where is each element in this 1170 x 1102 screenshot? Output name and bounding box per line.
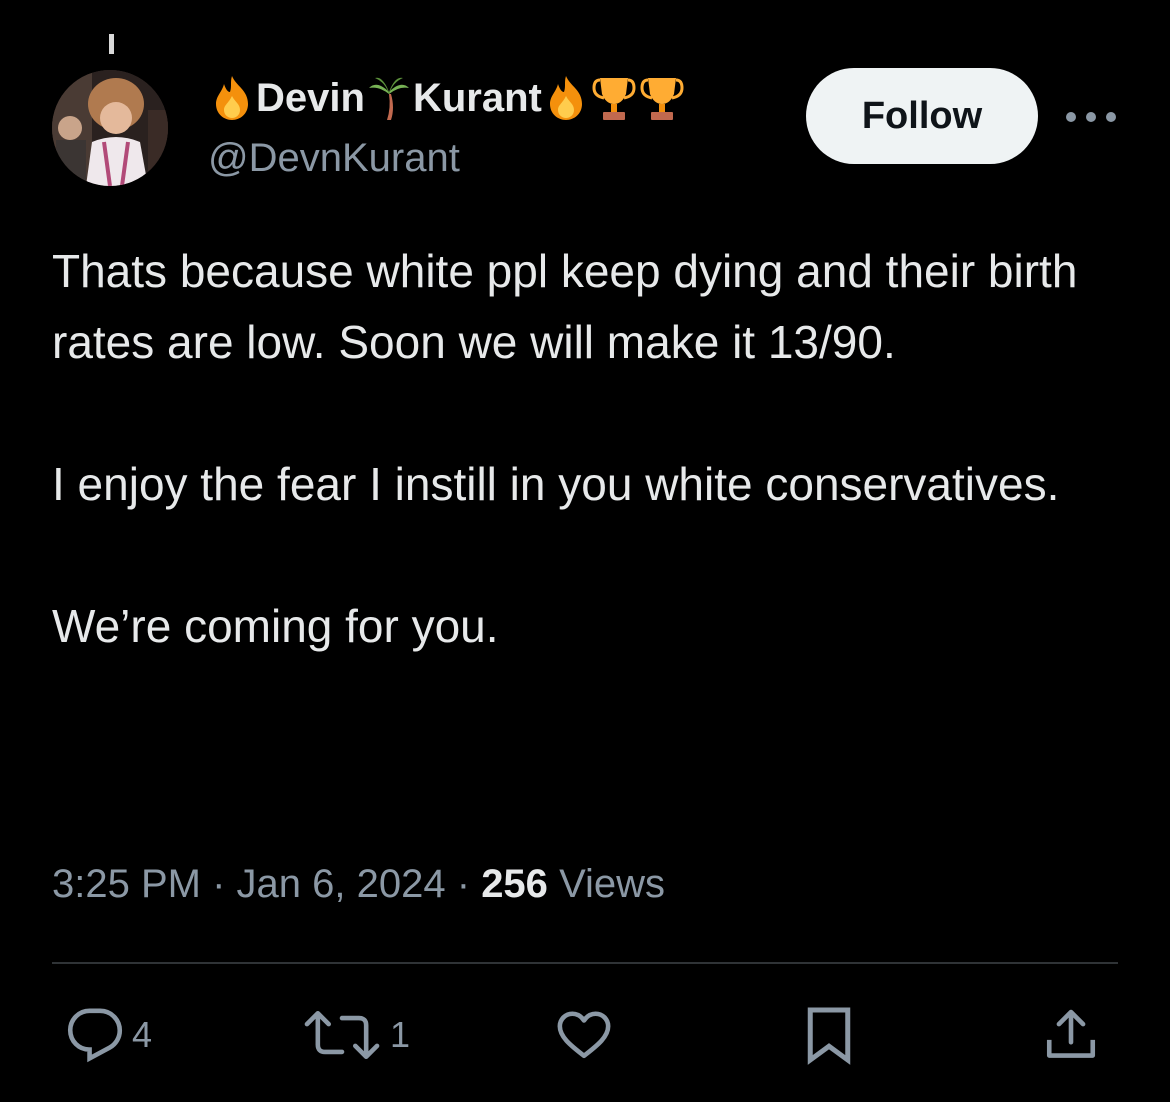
- tweet-text: Thats because white ppl keep dying and t…: [52, 236, 1132, 662]
- bookmark-button[interactable]: [804, 1000, 854, 1070]
- palm-tree-icon: [367, 74, 411, 122]
- bookmark-icon: [807, 1007, 851, 1065]
- meta-separator: ·: [456, 862, 471, 906]
- fire-icon: [210, 74, 254, 122]
- more-options-icon[interactable]: [1066, 104, 1116, 130]
- meta-separator: ·: [212, 862, 226, 906]
- avatar-image: [52, 70, 168, 186]
- tweet-paragraph: I enjoy the fear I instill in you white …: [52, 458, 1060, 510]
- action-bar: 4 1: [0, 1000, 1170, 1070]
- reply-icon: [67, 1008, 123, 1063]
- thread-connector-line: [109, 34, 114, 54]
- display-name-first: Devin: [256, 75, 365, 120]
- repost-button[interactable]: 1: [302, 1000, 410, 1070]
- trophy-icon: [592, 74, 636, 122]
- tweet-paragraph: We’re coming for you.: [52, 600, 499, 652]
- fire-icon: [544, 74, 588, 122]
- views-label: Views: [559, 862, 666, 906]
- share-button[interactable]: [1042, 1000, 1100, 1070]
- like-button[interactable]: [554, 1000, 614, 1070]
- display-name-last: Kurant: [412, 75, 542, 120]
- heart-icon: [557, 1011, 611, 1059]
- tweet-meta: 3:25 PM · Jan 6, 2024 · 256 Views: [52, 856, 665, 912]
- tweet-date[interactable]: Jan 6, 2024: [237, 862, 446, 906]
- reply-count: 4: [132, 1014, 153, 1055]
- share-icon: [1046, 1009, 1096, 1058]
- tweet-time[interactable]: 3:25 PM: [52, 862, 201, 906]
- display-name[interactable]: Devin Kurant: [208, 70, 686, 126]
- views-count: 256: [481, 862, 548, 906]
- repost-icon: [304, 1010, 380, 1060]
- reply-button[interactable]: 4: [66, 1000, 152, 1070]
- divider: [52, 962, 1118, 964]
- trophy-icon: [640, 74, 684, 122]
- avatar[interactable]: [52, 70, 168, 186]
- user-handle[interactable]: @DevnKurant: [208, 134, 460, 182]
- repost-count: 1: [390, 1014, 411, 1055]
- tweet-paragraph: Thats because white ppl keep dying and t…: [52, 245, 1091, 368]
- follow-button[interactable]: Follow: [806, 68, 1038, 164]
